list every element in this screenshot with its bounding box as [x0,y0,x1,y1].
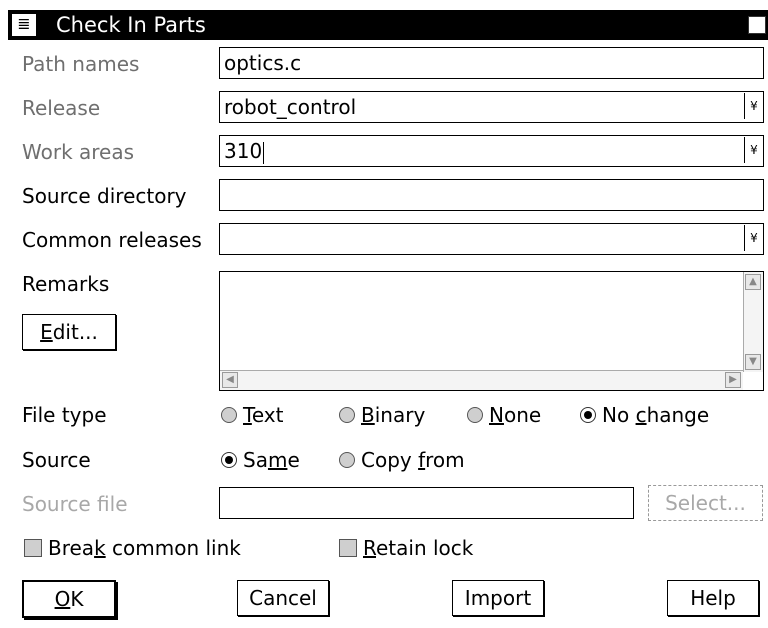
radio-label: Same [243,448,300,472]
work-areas-label: Work areas [22,140,135,164]
dropdown-icon[interactable]: ¥ [744,93,763,119]
radio-label: No change [602,403,710,427]
file-type-text-radio[interactable]: Text [221,403,283,427]
source-file-input[interactable] [219,487,634,519]
file-type-binary-radio[interactable]: Binary [339,403,425,427]
radio-selected-icon [580,407,596,423]
common-releases-combo[interactable]: ¥ [219,223,764,255]
scroll-down-icon[interactable]: ▼ [745,354,761,370]
help-button[interactable]: Help [667,580,759,616]
file-type-none-radio[interactable]: None [467,403,541,427]
system-menu-icon[interactable]: ≣ [11,13,37,37]
dropdown-icon[interactable]: ¥ [744,137,763,163]
dropdown-icon[interactable]: ¥ [744,225,763,251]
work-areas-combo[interactable]: 310 ¥ [219,135,764,167]
release-combo[interactable]: robot_control ¥ [219,91,764,123]
checkbox-icon [24,539,42,557]
common-releases-label: Common releases [22,228,202,252]
scroll-up-icon[interactable]: ▲ [745,274,761,290]
radio-label: Binary [361,403,426,427]
remarks-label: Remarks [22,272,110,296]
release-label: Release [22,96,101,120]
horizontal-scrollbar[interactable]: ◀ ▶ [220,370,743,390]
scroll-left-icon[interactable]: ◀ [222,372,238,388]
checkbox-label: Break common link [48,536,241,560]
retain-lock-checkbox[interactable]: Retain lock [339,536,473,560]
source-same-radio[interactable]: Same [221,448,300,472]
path-names-label: Path names [22,52,140,76]
file-type-label: File type [22,403,107,427]
checkbox-icon [339,539,357,557]
source-copy-from-radio[interactable]: Copy from [339,448,465,472]
radio-icon [339,407,355,423]
vertical-scrollbar[interactable]: ▲ ▼ [743,272,763,372]
scroll-right-icon[interactable]: ▶ [725,372,741,388]
radio-selected-icon [221,452,237,468]
source-label: Source [22,448,91,472]
radio-label: None [489,403,542,427]
checkbox-label: Retain lock [363,536,474,560]
edit-button[interactable]: Edit... [22,314,116,350]
source-directory-label: Source directory [22,184,187,208]
title-bar: ≣ Check In Parts [8,10,768,40]
file-type-no-change-radio[interactable]: No change [580,403,709,427]
ok-button[interactable]: OK [22,580,116,618]
path-names-input[interactable]: optics.c [219,47,764,79]
source-file-label: Source file [22,492,128,516]
import-button[interactable]: Import [452,580,544,616]
radio-label: Text [243,403,284,427]
radio-label: Copy from [361,448,465,472]
release-value: robot_control [224,95,357,119]
work-areas-value: 310 [224,139,263,163]
cancel-button[interactable]: Cancel [237,580,329,616]
window-title: Check In Parts [56,13,206,37]
radio-icon [467,407,483,423]
source-directory-input[interactable] [219,179,764,211]
radio-icon [221,407,237,423]
maximize-icon[interactable] [748,16,766,34]
remarks-textarea[interactable]: ▲ ▼ ◀ ▶ [219,271,764,391]
break-common-link-checkbox[interactable]: Break common link [24,536,241,560]
radio-icon [339,452,355,468]
text-cursor [263,141,265,164]
select-button[interactable]: Select... [648,485,763,521]
